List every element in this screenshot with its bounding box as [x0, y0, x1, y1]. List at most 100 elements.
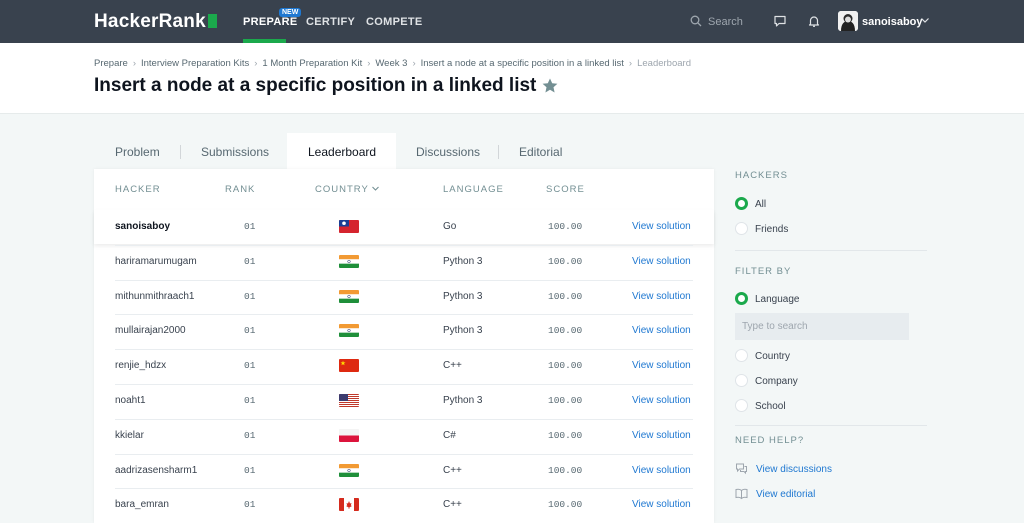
view-solution-link[interactable]: View solution — [632, 256, 691, 267]
radio-language[interactable] — [735, 292, 748, 305]
view-solution-link[interactable]: View solution — [632, 499, 691, 510]
radio-company-label[interactable]: Company — [755, 376, 798, 387]
tab-divider — [498, 145, 499, 159]
breadcrumb-interview-kits[interactable]: Interview Preparation Kits — [141, 58, 249, 69]
radio-school-label[interactable]: School — [755, 401, 786, 412]
breadcrumb-week-3[interactable]: Week 3 — [375, 58, 407, 69]
nav-prepare[interactable]: PREPARE — [243, 16, 297, 28]
logo-mark-icon — [207, 14, 217, 28]
country-flag-icon — [339, 324, 359, 338]
radio-language-label[interactable]: Language — [755, 294, 800, 305]
hacker-name[interactable]: bara_emran — [115, 499, 169, 510]
nav-certify[interactable]: CERTIFY — [306, 16, 355, 28]
hacker-name[interactable]: kkielar — [115, 430, 144, 441]
hacker-name[interactable]: mithunmithraach1 — [115, 291, 194, 302]
tab-submissions[interactable]: Submissions — [201, 133, 269, 169]
challenge-header: Prepare › Interview Preparation Kits › 1 Mon… — [0, 43, 1024, 114]
score-value: 100.00 — [548, 221, 583, 232]
view-solution-link[interactable]: View solution — [632, 291, 691, 302]
avatar[interactable] — [838, 11, 858, 31]
search-input[interactable]: Search — [708, 16, 743, 28]
search-icon[interactable] — [690, 15, 702, 27]
breadcrumb-one-month-kit[interactable]: 1 Month Preparation Kit — [262, 58, 362, 69]
row-divider — [115, 279, 693, 281]
table-row: hariramarumugam 01 Python 3 100.00 View solu… — [94, 245, 714, 280]
nav-compete[interactable]: COMPETE — [366, 16, 423, 28]
view-solution-link[interactable]: View solution — [632, 430, 691, 441]
row-divider — [115, 349, 693, 351]
sidebar-divider — [735, 250, 927, 251]
score-value: 100.00 — [548, 290, 583, 302]
chevron-down-icon — [371, 186, 379, 191]
view-solution-link[interactable]: View solution — [632, 395, 691, 406]
editorial-book-icon — [735, 488, 748, 500]
username[interactable]: sanoisaboy — [862, 16, 923, 28]
hacker-name[interactable]: renjie_hdzx — [115, 360, 166, 371]
breadcrumb-challenge[interactable]: Insert a node at a specific position in … — [421, 58, 624, 69]
radio-company[interactable] — [735, 374, 748, 387]
row-divider — [115, 488, 693, 490]
breadcrumb-prepare[interactable]: Prepare — [94, 58, 128, 69]
chevron-down-icon[interactable] — [920, 15, 930, 25]
tab-leaderboard[interactable]: Leaderboard — [287, 133, 396, 169]
tab-discussions[interactable]: Discussions — [416, 133, 480, 169]
language-value: Python 3 — [443, 290, 483, 302]
challenge-tabs: Problem Submissions Leaderboard Discussi… — [94, 133, 714, 169]
hacker-name[interactable]: aadrizasensharm1 — [115, 465, 197, 476]
score-value: 100.00 — [548, 255, 583, 267]
leaderboard-table: HACKER RANK COUNTRY LANGUAGE SCORE sanoi… — [94, 169, 714, 523]
view-solution-link[interactable]: View solution — [632, 360, 691, 371]
table-row-current-user: sanoisaboy 01 Go 100.00 View solution — [94, 210, 714, 244]
view-solution-link[interactable]: View solution — [632, 465, 691, 476]
discussions-icon — [736, 463, 747, 475]
view-editorial-link[interactable]: View editorial — [756, 489, 815, 500]
rank-value: 01 — [244, 395, 256, 406]
radio-friends-label[interactable]: Friends — [755, 224, 788, 235]
hacker-name[interactable]: hariramarumugam — [115, 256, 197, 267]
hacker-name[interactable]: sanoisaboy — [115, 221, 170, 232]
radio-school[interactable] — [735, 399, 748, 412]
table-row: noaht1 01 Python 3 100.00 View solution — [94, 384, 714, 419]
tab-editorial[interactable]: Editorial — [519, 133, 562, 169]
table-row: aadrizasensharm1 01 C++ 100.00 View solution — [94, 454, 714, 489]
radio-all[interactable] — [735, 197, 748, 210]
country-flag-icon — [339, 498, 359, 512]
tab-problem[interactable]: Problem — [115, 133, 160, 169]
column-header-score: SCORE — [546, 184, 585, 195]
table-row: mullairajan2000 01 Python 3 100.00 View solu… — [94, 314, 714, 349]
hacker-name[interactable]: noaht1 — [115, 395, 146, 406]
language-value: Python 3 — [443, 325, 483, 337]
radio-all-label[interactable]: All — [755, 199, 766, 210]
score-value: 100.00 — [548, 395, 583, 406]
hacker-name[interactable]: mullairajan2000 — [115, 325, 186, 336]
breadcrumb-separator-icon: › — [412, 58, 416, 69]
score-value: 100.00 — [548, 325, 583, 337]
table-row: mithunmithraach1 01 Python 3 100.00 View sol… — [94, 280, 714, 315]
column-header-country[interactable]: COUNTRY — [315, 184, 380, 195]
score-value: 100.00 — [548, 360, 583, 372]
messages-icon[interactable] — [773, 14, 787, 28]
breadcrumb: Prepare › Interview Preparation Kits › 1 Mon… — [94, 58, 691, 69]
top-navbar: HackerRank PREPARE NEW CERTIFY COMPETE S… — [0, 0, 1024, 43]
row-divider — [115, 384, 693, 385]
language-search-input[interactable] — [735, 313, 909, 340]
language-value: C++ — [443, 499, 462, 511]
column-header-hacker: HACKER — [115, 184, 161, 195]
country-flag-icon — [339, 289, 359, 303]
rank-value: 01 — [244, 221, 256, 232]
radio-country-label[interactable]: Country — [755, 351, 790, 362]
radio-country[interactable] — [735, 349, 748, 362]
radio-friends[interactable] — [735, 222, 748, 235]
breadcrumb-current: Leaderboard — [637, 58, 691, 69]
breadcrumb-separator-icon: › — [367, 58, 371, 69]
notifications-bell-icon[interactable] — [807, 14, 821, 28]
rank-value: 01 — [244, 429, 256, 441]
view-solution-link[interactable]: View solution — [632, 325, 691, 336]
view-discussions-link[interactable]: View discussions — [756, 464, 832, 475]
breadcrumb-separator-icon: › — [254, 58, 258, 69]
view-solution-link[interactable]: View solution — [632, 221, 691, 232]
hackerrank-logo[interactable]: HackerRank — [94, 11, 217, 33]
need-help-heading: NEED HELP? — [735, 435, 805, 446]
bookmark-star-icon[interactable] — [541, 77, 559, 95]
breadcrumb-separator-icon: › — [628, 58, 633, 69]
